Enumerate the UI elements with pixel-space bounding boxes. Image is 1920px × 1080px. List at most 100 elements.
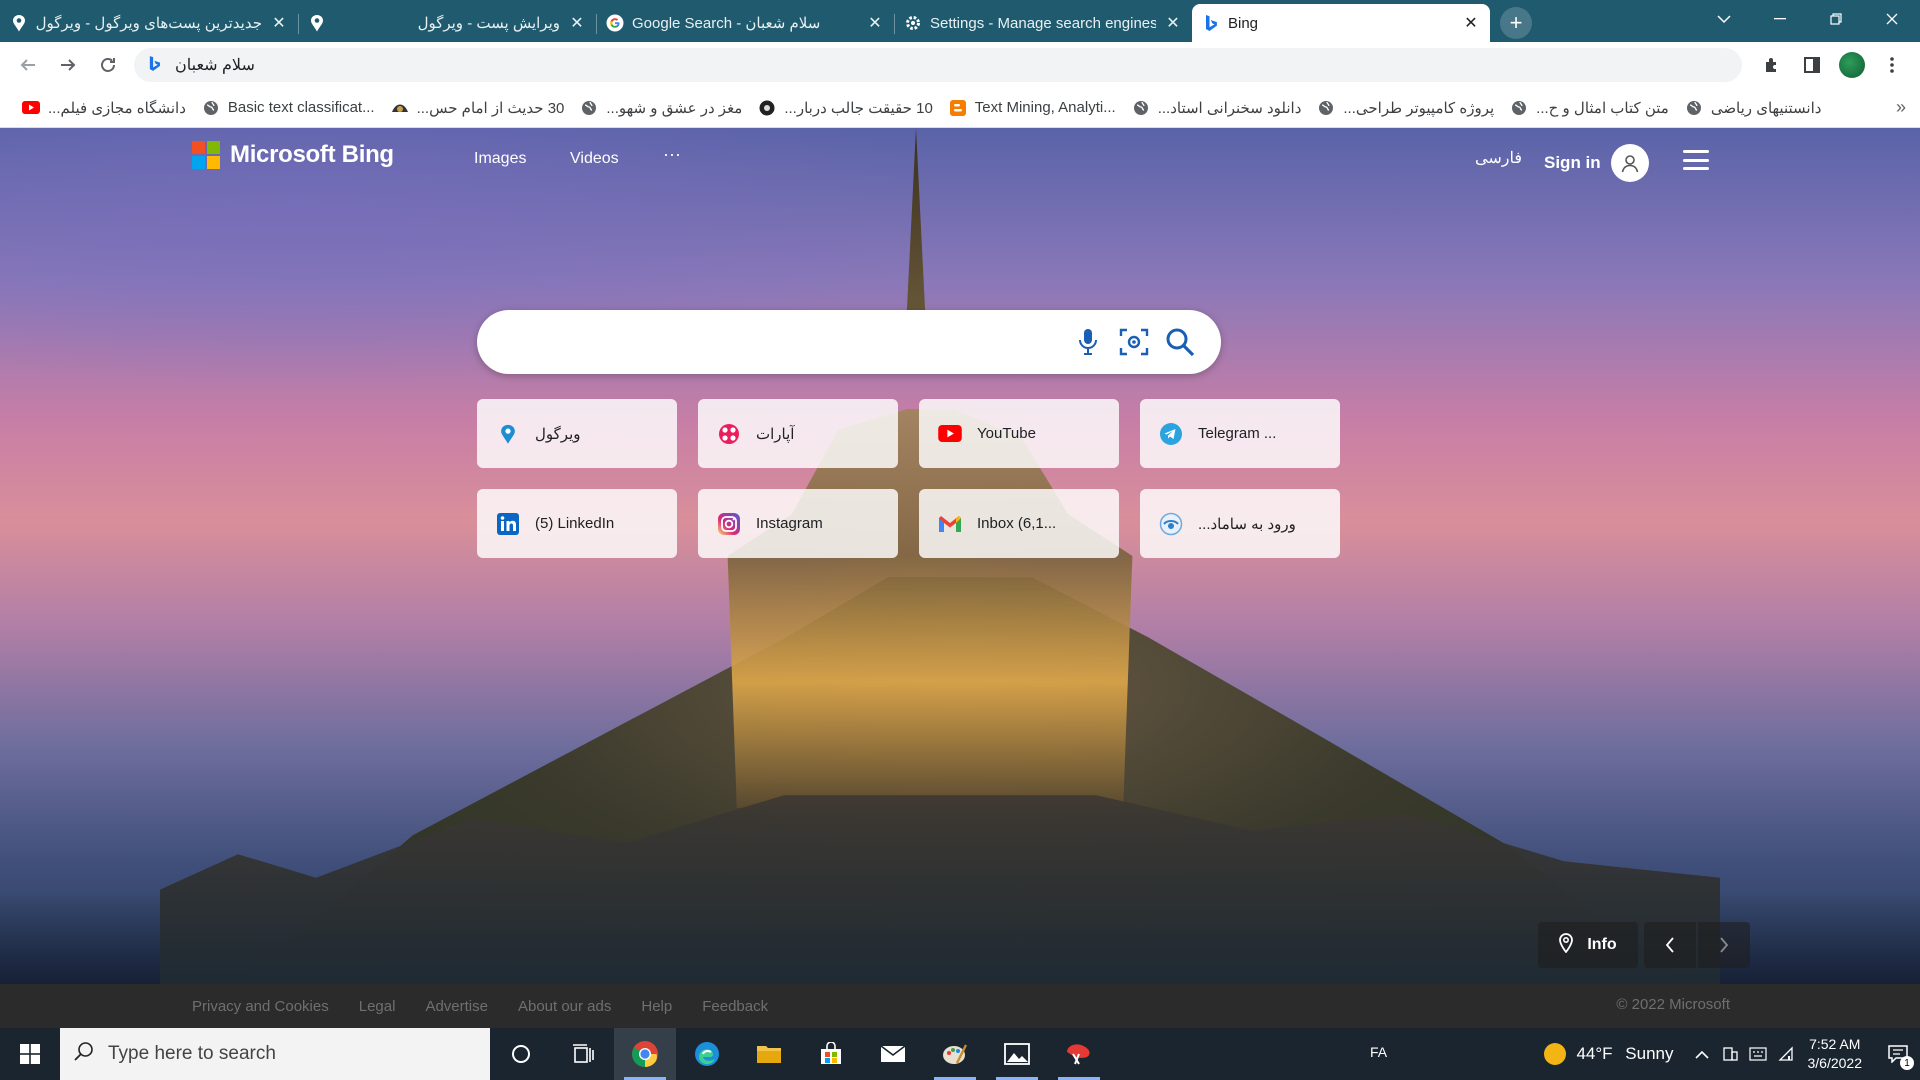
close-tab-icon[interactable]: ✕ — [568, 14, 586, 32]
reload-icon[interactable] — [88, 47, 128, 83]
input-method-icon[interactable] — [1744, 1028, 1772, 1080]
linkedin-icon — [495, 511, 521, 537]
search-icon[interactable] — [1157, 319, 1203, 365]
chrome-icon[interactable] — [614, 1028, 676, 1080]
file-explorer-icon[interactable] — [738, 1028, 800, 1080]
microphone-icon[interactable] — [1065, 319, 1111, 365]
tab-google-search[interactable]: Google Search - سلام شعبان ✕ — [596, 4, 894, 42]
hamburger-menu-icon[interactable] — [1683, 150, 1709, 170]
close-tab-icon[interactable]: ✕ — [1462, 14, 1480, 32]
bookmark-item[interactable]: دانشگاه مجازی فیلم... — [14, 94, 194, 122]
browser-toolbar: سلام شعبان — [0, 42, 1920, 88]
globe-icon — [1510, 99, 1528, 117]
quick-link-instagram[interactable]: Instagram — [698, 489, 898, 558]
close-tab-icon[interactable]: ✕ — [1164, 14, 1182, 32]
footer-link-help[interactable]: Help — [641, 998, 672, 1015]
taskbar-search-box[interactable]: Type here to search — [60, 1028, 490, 1080]
bookmark-item[interactable]: دانلود سخنرانی استاد... — [1124, 94, 1310, 122]
footer-link-about-ads[interactable]: About our ads — [518, 998, 611, 1015]
info-button[interactable]: Info — [1538, 922, 1638, 968]
search-box — [477, 310, 1221, 374]
notifications-icon[interactable]: 1 — [1876, 1028, 1920, 1080]
taskbar-search-placeholder: Type here to search — [108, 1043, 276, 1064]
bookmark-label: دانشگاه مجازی فیلم... — [48, 99, 186, 117]
nav-videos[interactable]: Videos — [570, 150, 619, 168]
quick-link-label: YouTube — [977, 425, 1036, 442]
tab-virgool-latest[interactable]: جدیدترین پست‌های ویرگول - ویرگول ✕ — [0, 4, 298, 42]
quick-link-telegram[interactable]: Telegram ... — [1140, 399, 1340, 468]
edge-icon[interactable] — [676, 1028, 738, 1080]
footer-link-legal[interactable]: Legal — [359, 998, 396, 1015]
sign-in-button[interactable]: Sign in — [1544, 144, 1649, 182]
taskbar-clock[interactable]: 7:52 AM 3/6/2022 — [1808, 1035, 1863, 1073]
weather-widget[interactable]: 44°F Sunny — [1544, 1043, 1674, 1065]
visual-search-icon[interactable] — [1111, 319, 1157, 365]
nav-images[interactable]: Images — [474, 150, 526, 168]
bookmark-item[interactable]: مغز در عشق و شهو... — [572, 94, 750, 122]
close-tab-icon[interactable]: ✕ — [866, 14, 884, 32]
bookmark-item[interactable]: Text Mining, Analyti... — [941, 94, 1124, 122]
new-tab-button[interactable]: + — [1500, 7, 1532, 39]
store-icon[interactable] — [800, 1028, 862, 1080]
quick-link-gmail[interactable]: Inbox (6,1... — [919, 489, 1119, 558]
footer-link-advertise[interactable]: Advertise — [425, 998, 488, 1015]
quick-link-label: ویرگول — [535, 425, 581, 443]
forward-icon[interactable] — [48, 47, 88, 83]
bookmark-item[interactable]: دانستنیهای ریاضی — [1677, 94, 1830, 122]
globe-icon — [1685, 99, 1703, 117]
snip-icon[interactable] — [1048, 1028, 1110, 1080]
windows-taskbar: Type here to search FA 44°F Sunny 7:52 A… — [0, 1028, 1920, 1080]
aparat-icon — [716, 421, 742, 447]
task-view-icon[interactable] — [552, 1028, 614, 1080]
quick-link-youtube[interactable]: YouTube — [919, 399, 1119, 468]
bookmark-item[interactable]: متن کتاب امثال و ح... — [1502, 94, 1677, 122]
search-input[interactable] — [503, 322, 1065, 362]
quick-link-aparat[interactable]: آپارات — [698, 399, 898, 468]
extensions-icon[interactable] — [1752, 47, 1792, 83]
restore-icon[interactable] — [1808, 0, 1864, 38]
bookmark-item[interactable]: 30 حدیث از امام حس... — [383, 94, 573, 122]
bing-icon — [1202, 14, 1220, 32]
keyboard-language-indicator[interactable]: FA — [1370, 1044, 1387, 1060]
bookmark-item[interactable]: 10 حقیقت جالب دربار... — [750, 94, 940, 122]
settings-icon — [904, 14, 922, 32]
minimize-icon[interactable] — [1752, 0, 1808, 38]
nav-more-icon[interactable]: ··· — [663, 144, 681, 165]
site-icon — [758, 99, 776, 117]
more-bookmarks-chevron-icon[interactable]: » — [1896, 97, 1906, 118]
windows-start-icon[interactable] — [0, 1028, 60, 1080]
next-image-chevron-right-icon[interactable] — [1698, 922, 1750, 968]
paint-icon[interactable] — [924, 1028, 986, 1080]
virgool-icon — [308, 14, 326, 32]
side-panel-icon[interactable] — [1792, 47, 1832, 83]
tab-bing[interactable]: Bing ✕ — [1192, 4, 1490, 42]
menu-kebab-icon[interactable] — [1872, 47, 1912, 83]
samad-icon — [1158, 511, 1184, 537]
back-icon[interactable] — [8, 47, 48, 83]
footer-link-feedback[interactable]: Feedback — [702, 998, 768, 1015]
site-icon — [391, 99, 409, 117]
close-tab-icon[interactable]: ✕ — [270, 14, 288, 32]
footer-link-privacy[interactable]: Privacy and Cookies — [192, 998, 329, 1015]
address-bar[interactable]: سلام شعبان — [134, 48, 1742, 82]
quick-link-linkedin[interactable]: (5) LinkedIn — [477, 489, 677, 558]
quick-link-virgool[interactable]: ویرگول — [477, 399, 677, 468]
tab-title: ویرایش پست - ویرگول — [417, 15, 560, 32]
tab-search-icon[interactable] — [1696, 0, 1752, 38]
cortana-icon[interactable] — [490, 1028, 552, 1080]
tab-virgool-edit[interactable]: ویرایش پست - ویرگول ✕ — [298, 4, 596, 42]
quick-link-samad[interactable]: ورود به ساماد... — [1140, 489, 1340, 558]
tab-settings[interactable]: Settings - Manage search engines ✕ — [894, 4, 1192, 42]
bookmark-item[interactable]: Basic text classificat... — [194, 94, 383, 122]
profile-avatar[interactable] — [1832, 47, 1872, 83]
language-link[interactable]: فارسی — [1475, 148, 1522, 168]
bookmark-item[interactable]: پروژه کامپیوتر طراحی... — [1309, 94, 1502, 122]
chevron-up-icon[interactable] — [1688, 1028, 1716, 1080]
mail-icon[interactable] — [862, 1028, 924, 1080]
previous-image-chevron-left-icon[interactable] — [1644, 922, 1696, 968]
photos-icon[interactable] — [986, 1028, 1048, 1080]
device-icon[interactable] — [1716, 1028, 1744, 1080]
close-window-icon[interactable] — [1864, 0, 1920, 38]
wifi-icon[interactable] — [1772, 1028, 1800, 1080]
microsoft-bing-logo[interactable]: Microsoft Bing — [192, 141, 394, 169]
